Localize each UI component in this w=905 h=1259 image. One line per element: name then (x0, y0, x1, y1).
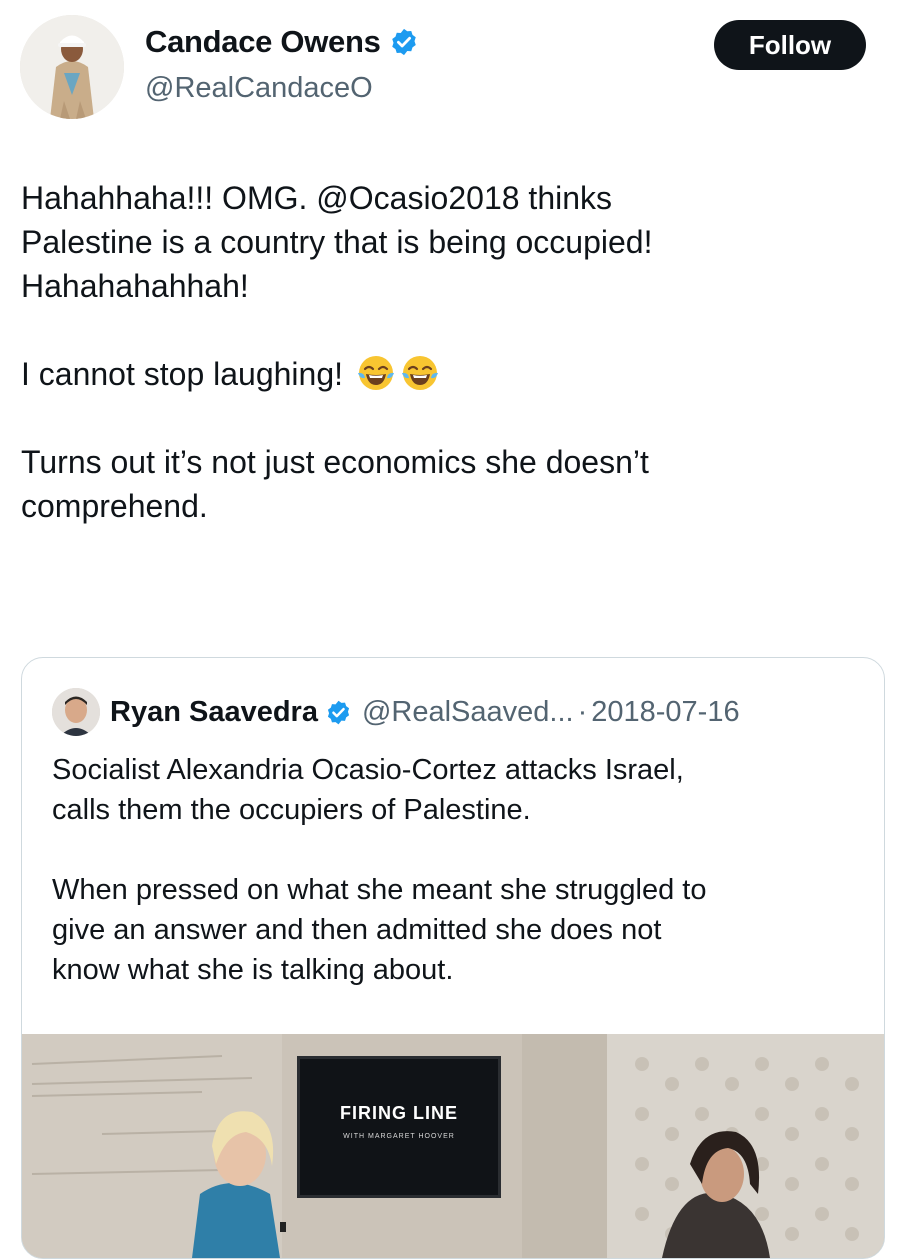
verified-badge-icon (391, 28, 416, 56)
follow-button[interactable]: Follow (714, 20, 866, 70)
verified-badge-icon (327, 700, 350, 724)
tweet-text: Hahahhaha!!! OMG. @Ocasio2018 thinks Pal… (21, 176, 881, 528)
quoted-line: Socialist Alexandria Ocasio-Cortez attac… (52, 754, 684, 786)
quoted-author-name: Ryan Saavedra (110, 695, 318, 728)
quoted-line: give an answer and then admitted she doe… (52, 914, 662, 946)
tweet-line: Turns out it’s not just economics she do… (21, 444, 649, 480)
author-handle[interactable]: @RealCandaceO (145, 72, 373, 105)
quoted-video-media[interactable]: FIRING LINE WITH MARGARET HOOVER (22, 1034, 884, 1258)
dot-separator: · (577, 695, 588, 728)
tweet-line-text: I cannot stop laughing! (21, 356, 344, 392)
quoted-tweet-date: 2018-07-16 (591, 695, 740, 728)
quoted-line: When pressed on what she meant she strug… (52, 874, 707, 906)
author-avatar[interactable] (20, 15, 124, 119)
tweet-line: Hahahhaha!!! OMG. @Ocasio2018 thinks (21, 180, 613, 216)
tweet-line: I cannot stop laughing! (21, 352, 881, 396)
tweet-line: comprehend. (21, 488, 208, 524)
quoted-line: know what she is talking about. (52, 954, 454, 986)
quoted-line: calls them the occupiers of Palestine. (52, 794, 531, 826)
face-with-tears-of-joy-icon (357, 356, 394, 390)
show-title: FIRING LINE (340, 1103, 458, 1123)
quoted-tweet-text: Socialist Alexandria Ocasio-Cortez attac… (52, 750, 862, 990)
tweet-line: Palestine is a country that is being occ… (21, 224, 653, 260)
firing-line-screen: FIRING LINE WITH MARGARET HOOVER (297, 1056, 501, 1198)
author-display-name[interactable]: Candace Owens (145, 24, 381, 60)
tweet-line: Hahahahahhah! (21, 268, 249, 304)
face-with-tears-of-joy-icon (401, 356, 438, 390)
show-subtitle: WITH MARGARET HOOVER (343, 1133, 455, 1140)
quoted-author-avatar (52, 688, 100, 736)
author-name-row: Candace Owens (145, 24, 419, 60)
quoted-author-handle: @RealSaaved... (361, 695, 574, 728)
quoted-tweet-card[interactable]: Ryan Saavedra @RealSaaved... · 2018-07-1… (21, 657, 885, 1259)
quoted-tweet-header: Ryan Saavedra @RealSaaved... · 2018-07-1… (52, 688, 740, 736)
tweet-header: Candace Owens @RealCandaceO Follow (0, 0, 905, 130)
